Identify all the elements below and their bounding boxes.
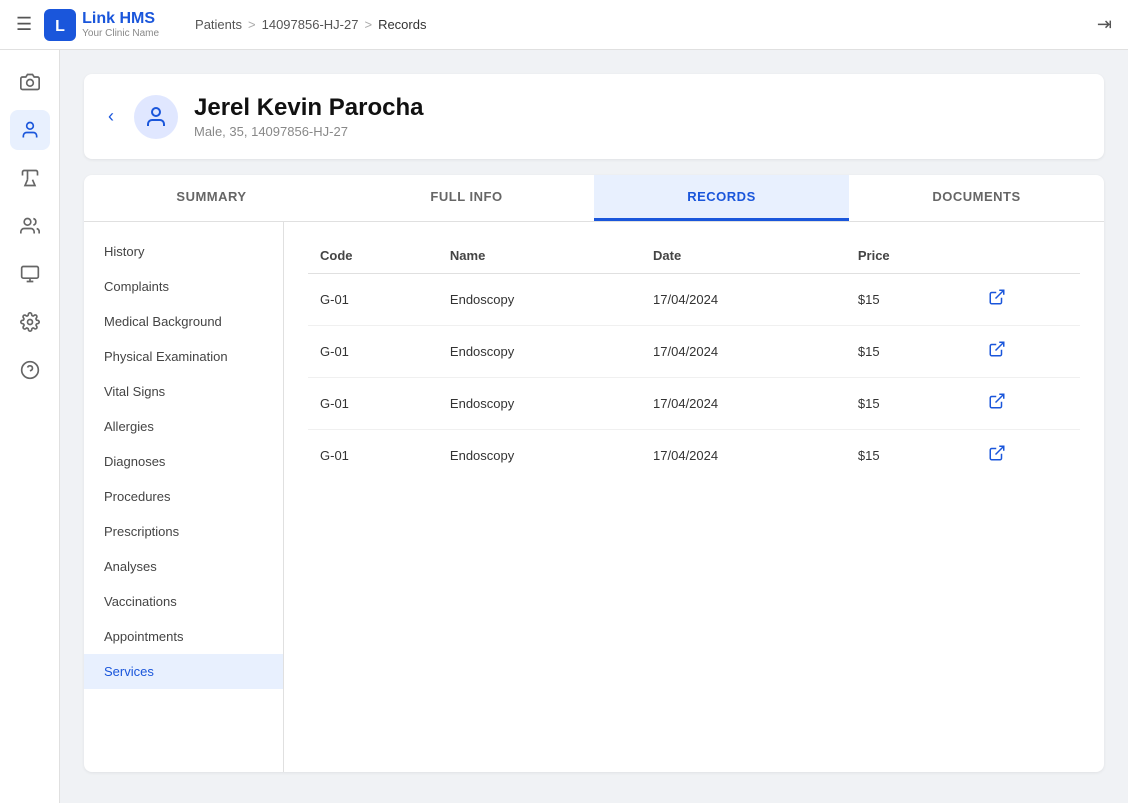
tab-summary[interactable]: SUMMARY xyxy=(84,175,339,221)
leftnav-analyses[interactable]: Analyses xyxy=(84,549,283,584)
leftnav-allergies[interactable]: Allergies xyxy=(84,409,283,444)
logo: L Link HMS Your Clinic Name xyxy=(44,9,159,41)
logout-icon[interactable]: ⇥ xyxy=(1097,14,1112,35)
tab-records[interactable]: RECORDS xyxy=(594,175,849,221)
cell-name: Endoscopy xyxy=(438,274,641,326)
table-row: G-01 Endoscopy 17/04/2024 $15 xyxy=(308,378,1080,430)
cell-code: G-01 xyxy=(308,430,438,482)
breadcrumb-sep1: > xyxy=(248,17,256,32)
sidebar-item-lab[interactable] xyxy=(10,158,50,198)
svg-text:L: L xyxy=(55,18,65,35)
cell-code: G-01 xyxy=(308,378,438,430)
main-content: ‹ Jerel Kevin Parocha Male, 35, 14097856… xyxy=(60,50,1128,803)
leftnav-medical-background[interactable]: Medical Background xyxy=(84,304,283,339)
sidebar xyxy=(0,50,60,803)
breadcrumb-patient-id[interactable]: 14097856-HJ-27 xyxy=(262,17,359,32)
open-record-button[interactable] xyxy=(986,286,1008,313)
cell-date: 17/04/2024 xyxy=(641,326,846,378)
leftnav-vaccinations[interactable]: Vaccinations xyxy=(84,584,283,619)
table-row: G-01 Endoscopy 17/04/2024 $15 xyxy=(308,430,1080,482)
table-row: G-01 Endoscopy 17/04/2024 $15 xyxy=(308,274,1080,326)
col-code: Code xyxy=(308,238,438,274)
cell-price: $15 xyxy=(846,430,974,482)
top-navigation: ☰ L Link HMS Your Clinic Name Patients >… xyxy=(0,0,1128,50)
logo-icon: L xyxy=(44,9,76,41)
records-area: Code Name Date Price G-01 Endoscopy 17/0… xyxy=(284,222,1104,772)
cell-name: Endoscopy xyxy=(438,430,641,482)
cell-name: Endoscopy xyxy=(438,378,641,430)
leftnav-appointments[interactable]: Appointments xyxy=(84,619,283,654)
cell-price: $15 xyxy=(846,378,974,430)
left-navigation: History Complaints Medical Background Ph… xyxy=(84,222,284,772)
breadcrumb: Patients > 14097856-HJ-27 > Records xyxy=(195,17,426,32)
table-row: G-01 Endoscopy 17/04/2024 $15 xyxy=(308,326,1080,378)
cell-price: $15 xyxy=(846,274,974,326)
sidebar-item-camera[interactable] xyxy=(10,62,50,102)
open-record-button[interactable] xyxy=(986,442,1008,469)
col-price: Price xyxy=(846,238,974,274)
tabs-bar: SUMMARY FULL INFO RECORDS DOCUMENTS xyxy=(84,175,1104,222)
breadcrumb-current: Records xyxy=(378,17,426,32)
sidebar-item-patients[interactable] xyxy=(10,110,50,150)
leftnav-physical-examination[interactable]: Physical Examination xyxy=(84,339,283,374)
col-action xyxy=(974,238,1080,274)
patient-meta: Male, 35, 14097856-HJ-27 xyxy=(194,124,423,139)
col-date: Date xyxy=(641,238,846,274)
cell-date: 17/04/2024 xyxy=(641,274,846,326)
leftnav-services[interactable]: Services xyxy=(84,654,283,689)
sidebar-item-monitor[interactable] xyxy=(10,254,50,294)
patient-avatar xyxy=(134,95,178,139)
cell-date: 17/04/2024 xyxy=(641,378,846,430)
back-button[interactable]: ‹ xyxy=(108,106,114,127)
cell-action xyxy=(974,378,1080,430)
sidebar-item-settings[interactable] xyxy=(10,302,50,342)
cell-action xyxy=(974,326,1080,378)
leftnav-vital-signs[interactable]: Vital Signs xyxy=(84,374,283,409)
cell-code: G-01 xyxy=(308,274,438,326)
cell-price: $15 xyxy=(846,326,974,378)
leftnav-complaints[interactable]: Complaints xyxy=(84,269,283,304)
patient-name: Jerel Kevin Parocha xyxy=(194,94,423,122)
open-record-button[interactable] xyxy=(986,390,1008,417)
cell-code: G-01 xyxy=(308,326,438,378)
sidebar-item-help[interactable] xyxy=(10,350,50,390)
patient-info: Jerel Kevin Parocha Male, 35, 14097856-H… xyxy=(194,94,423,139)
cell-name: Endoscopy xyxy=(438,326,641,378)
breadcrumb-sep2: > xyxy=(364,17,372,32)
leftnav-history[interactable]: History xyxy=(84,234,283,269)
tab-documents[interactable]: DOCUMENTS xyxy=(849,175,1104,221)
patient-card: ‹ Jerel Kevin Parocha Male, 35, 14097856… xyxy=(84,74,1104,159)
leftnav-prescriptions[interactable]: Prescriptions xyxy=(84,514,283,549)
leftnav-diagnoses[interactable]: Diagnoses xyxy=(84,444,283,479)
col-name: Name xyxy=(438,238,641,274)
leftnav-procedures[interactable]: Procedures xyxy=(84,479,283,514)
hamburger-menu-icon[interactable]: ☰ xyxy=(16,14,32,35)
open-record-button[interactable] xyxy=(986,338,1008,365)
breadcrumb-patients[interactable]: Patients xyxy=(195,17,242,32)
content-panel: SUMMARY FULL INFO RECORDS DOCUMENTS Hist… xyxy=(84,175,1104,772)
logo-name: Link HMS xyxy=(82,10,159,28)
tab-full-info[interactable]: FULL INFO xyxy=(339,175,594,221)
cell-date: 17/04/2024 xyxy=(641,430,846,482)
logo-subtitle: Your Clinic Name xyxy=(82,28,159,39)
cell-action xyxy=(974,430,1080,482)
cell-action xyxy=(974,274,1080,326)
records-table: Code Name Date Price G-01 Endoscopy 17/0… xyxy=(308,238,1080,481)
panel-body: History Complaints Medical Background Ph… xyxy=(84,222,1104,772)
sidebar-item-group[interactable] xyxy=(10,206,50,246)
